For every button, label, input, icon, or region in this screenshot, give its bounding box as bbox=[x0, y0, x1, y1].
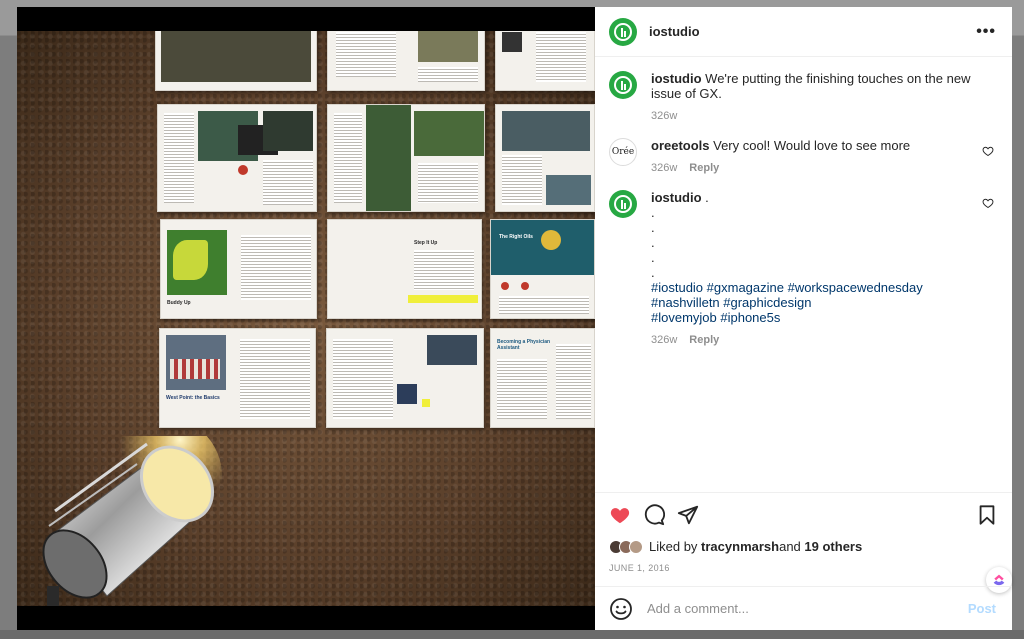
comment-icon[interactable] bbox=[643, 504, 665, 526]
comment-username[interactable]: iostudio bbox=[651, 71, 702, 86]
heart-icon[interactable] bbox=[982, 145, 994, 157]
avatar[interactable] bbox=[609, 17, 637, 46]
more-icon[interactable]: ••• bbox=[976, 23, 996, 41]
comments-sidebar: iostudio ••• iostudio We're putting the … bbox=[595, 7, 1012, 630]
magazine-page bbox=[495, 104, 595, 212]
magazine-page: Buddy Up bbox=[160, 219, 317, 319]
post-header: iostudio ••• bbox=[595, 7, 1012, 57]
comment-time[interactable]: 326w bbox=[651, 333, 677, 348]
post-date[interactable]: JUNE 1, 2016 bbox=[609, 563, 998, 573]
list-item: iostudio . . . . . . #iostudio #gxmagazi… bbox=[609, 190, 996, 348]
magazine-page bbox=[327, 31, 485, 91]
heart-icon[interactable] bbox=[609, 504, 631, 526]
magazine-page: Becoming a Physician Assistant bbox=[490, 328, 595, 428]
comment-username[interactable]: oreetools bbox=[651, 138, 710, 153]
dot-line: . bbox=[651, 250, 655, 265]
page-headline-buddy-up: Buddy Up bbox=[167, 300, 191, 306]
liker-avatars[interactable] bbox=[609, 539, 643, 554]
dot-line: . bbox=[651, 205, 655, 220]
post-actions: Liked by tracynmarsh and 19 others JUNE … bbox=[595, 492, 1012, 587]
hashtags[interactable]: #iostudio #gxmagazine #workspacewednesda… bbox=[651, 280, 983, 310]
page-headline-step-it-up: Step It Up bbox=[414, 240, 438, 246]
reply-button[interactable]: Reply bbox=[689, 161, 719, 176]
avatar[interactable] bbox=[609, 71, 637, 99]
avatar[interactable] bbox=[609, 190, 637, 218]
post-modal: Buddy Up Step It Up The Right Oils West … bbox=[17, 7, 1012, 630]
reply-button[interactable]: Reply bbox=[689, 333, 719, 348]
emoji-icon[interactable] bbox=[609, 597, 633, 621]
post-photo[interactable]: Buddy Up Step It Up The Right Oils West … bbox=[17, 31, 595, 606]
dot-line: . bbox=[651, 265, 655, 280]
comments-list: iostudio We're putting the finishing tou… bbox=[595, 57, 1012, 492]
comment-text: . bbox=[701, 190, 709, 205]
avatar[interactable]: Orée bbox=[609, 138, 637, 166]
likes-middle: and bbox=[779, 539, 801, 554]
comment-username[interactable]: iostudio bbox=[651, 190, 702, 205]
caption-comment: iostudio We're putting the finishing tou… bbox=[609, 71, 996, 124]
heart-icon[interactable] bbox=[982, 197, 994, 209]
hashtags[interactable]: #lovemyjob #iphone5s bbox=[651, 310, 983, 325]
page-headline-physician: Becoming a Physician Assistant bbox=[497, 339, 551, 351]
post-username[interactable]: iostudio bbox=[649, 24, 700, 39]
bookmark-icon[interactable] bbox=[976, 504, 998, 526]
magazine-page bbox=[155, 31, 317, 91]
magazine-page bbox=[157, 104, 317, 212]
comment-time[interactable]: 326w bbox=[651, 161, 677, 176]
magazine-page bbox=[327, 104, 485, 212]
page-headline-west-point: West Point: the Basics bbox=[166, 395, 220, 401]
magazine-page bbox=[326, 328, 484, 428]
magazine-page: The Right Oils bbox=[490, 219, 595, 319]
add-comment-bar: Post bbox=[595, 586, 1012, 630]
likes-others[interactable]: 19 others bbox=[804, 539, 862, 554]
comment-time[interactable]: 326w bbox=[651, 109, 677, 124]
avatar bbox=[629, 539, 643, 554]
likes-summary: Liked by tracynmarsh and 19 others bbox=[609, 539, 998, 554]
magazine-page: West Point: the Basics bbox=[159, 328, 316, 428]
magazine-page bbox=[495, 31, 595, 91]
photo-pane: Buddy Up Step It Up The Right Oils West … bbox=[17, 7, 595, 630]
magazine-page: Step It Up bbox=[327, 219, 482, 319]
liker-username[interactable]: tracynmarsh bbox=[701, 539, 779, 554]
comment-text: Very cool! Would love to see more bbox=[709, 138, 911, 153]
post-button[interactable]: Post bbox=[968, 601, 996, 616]
list-item: Orée oreetools Very cool! Would love to … bbox=[609, 138, 996, 176]
dot-line: . bbox=[651, 220, 655, 235]
comment-input[interactable] bbox=[647, 601, 968, 616]
likes-prefix: Liked by bbox=[649, 539, 698, 554]
backdrop-bottom-strip bbox=[0, 630, 1024, 639]
spotlight-lamp-image bbox=[42, 436, 222, 606]
dot-line: . bbox=[651, 235, 655, 250]
share-icon[interactable] bbox=[677, 504, 699, 526]
